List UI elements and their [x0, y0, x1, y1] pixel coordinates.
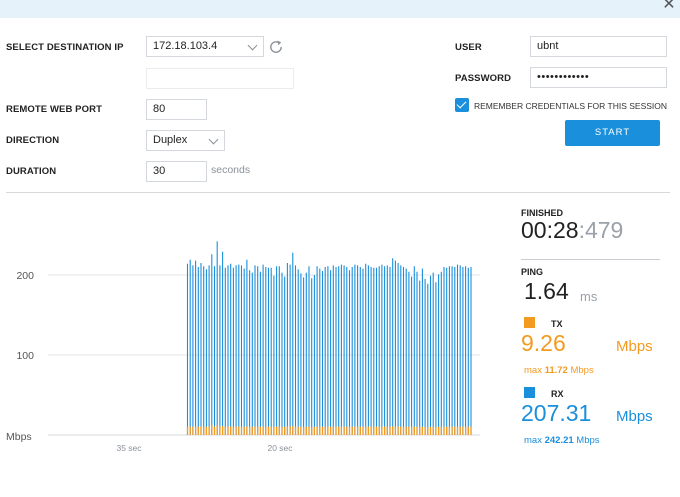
direction-select[interactable]: Duplex	[146, 130, 225, 151]
user-input[interactable]: ubnt	[530, 36, 667, 57]
refresh-icon[interactable]	[268, 39, 284, 55]
password-label: PASSWORD	[455, 73, 512, 84]
tx-legend-swatch	[524, 317, 535, 328]
rx-label: RX	[551, 389, 564, 399]
chevron-down-icon	[208, 134, 219, 145]
tx-max-unit: Mbps	[570, 365, 594, 376]
duration-input[interactable]: 30	[146, 161, 207, 182]
user-label: USER	[455, 42, 482, 53]
tx-max-value: 11.72	[544, 365, 568, 376]
rx-unit: Mbps	[616, 408, 653, 425]
tx-max-prefix: max	[524, 365, 542, 376]
tx-max: max 11.72 Mbps	[524, 365, 594, 376]
close-icon[interactable]: ✕	[660, 0, 678, 14]
ping-unit: ms	[580, 289, 598, 304]
chevron-down-icon	[247, 40, 258, 51]
destination-ip-select[interactable]: 172.18.103.4	[146, 36, 264, 57]
timer-ms: :479	[578, 217, 624, 243]
duration-label: DURATION	[6, 166, 57, 177]
y-tick-label: 100	[16, 350, 34, 362]
remember-credentials-checkbox[interactable]	[455, 98, 469, 112]
tx-value: 9.26	[521, 330, 566, 356]
remote-web-port-label: REMOTE WEB PORT	[6, 104, 102, 115]
remote-web-port-input[interactable]: 80	[146, 99, 207, 120]
rx-max-unit: Mbps	[576, 435, 600, 446]
password-input[interactable]: ••••••••••••	[530, 67, 667, 88]
y-tick-label: 200	[16, 270, 34, 282]
tx-label: TX	[551, 319, 563, 329]
destination-ip-value: 172.18.103.4	[153, 40, 218, 52]
ping-label: PING	[521, 267, 544, 277]
ping-value: 1.64	[524, 278, 569, 304]
direction-value: Duplex	[153, 134, 188, 146]
rx-legend-swatch	[524, 387, 535, 398]
destination-ip-label: SELECT DESTINATION IP	[6, 42, 124, 53]
tx-unit: Mbps	[616, 338, 653, 355]
rx-max: max 242.21 Mbps	[524, 435, 600, 446]
results-divider	[521, 259, 660, 260]
duration-unit: seconds	[211, 164, 251, 176]
remember-credentials-label: REMEMBER CREDENTIALS FOR THIS SESSION	[474, 101, 668, 111]
y-axis-unit-label: Mbps	[6, 431, 32, 443]
rx-max-value: 242.21	[544, 435, 574, 446]
elapsed-timer: 00:28:479	[521, 217, 623, 244]
dialog-header-bar: ✕	[0, 0, 680, 18]
secondary-ip-field[interactable]	[146, 68, 294, 89]
timer-main: 00:28	[521, 217, 579, 243]
x-tick-label: 20 sec	[267, 443, 293, 453]
direction-label: DIRECTION	[6, 135, 60, 146]
start-button[interactable]: START	[565, 120, 660, 146]
rx-max-prefix: max	[524, 435, 542, 446]
rx-value: 207.31	[521, 400, 592, 426]
throughput-chart: 100 200 Mbps 35 sec 20 sec	[6, 241, 480, 453]
section-divider	[6, 192, 670, 193]
x-tick-label: 35 sec	[116, 443, 142, 453]
